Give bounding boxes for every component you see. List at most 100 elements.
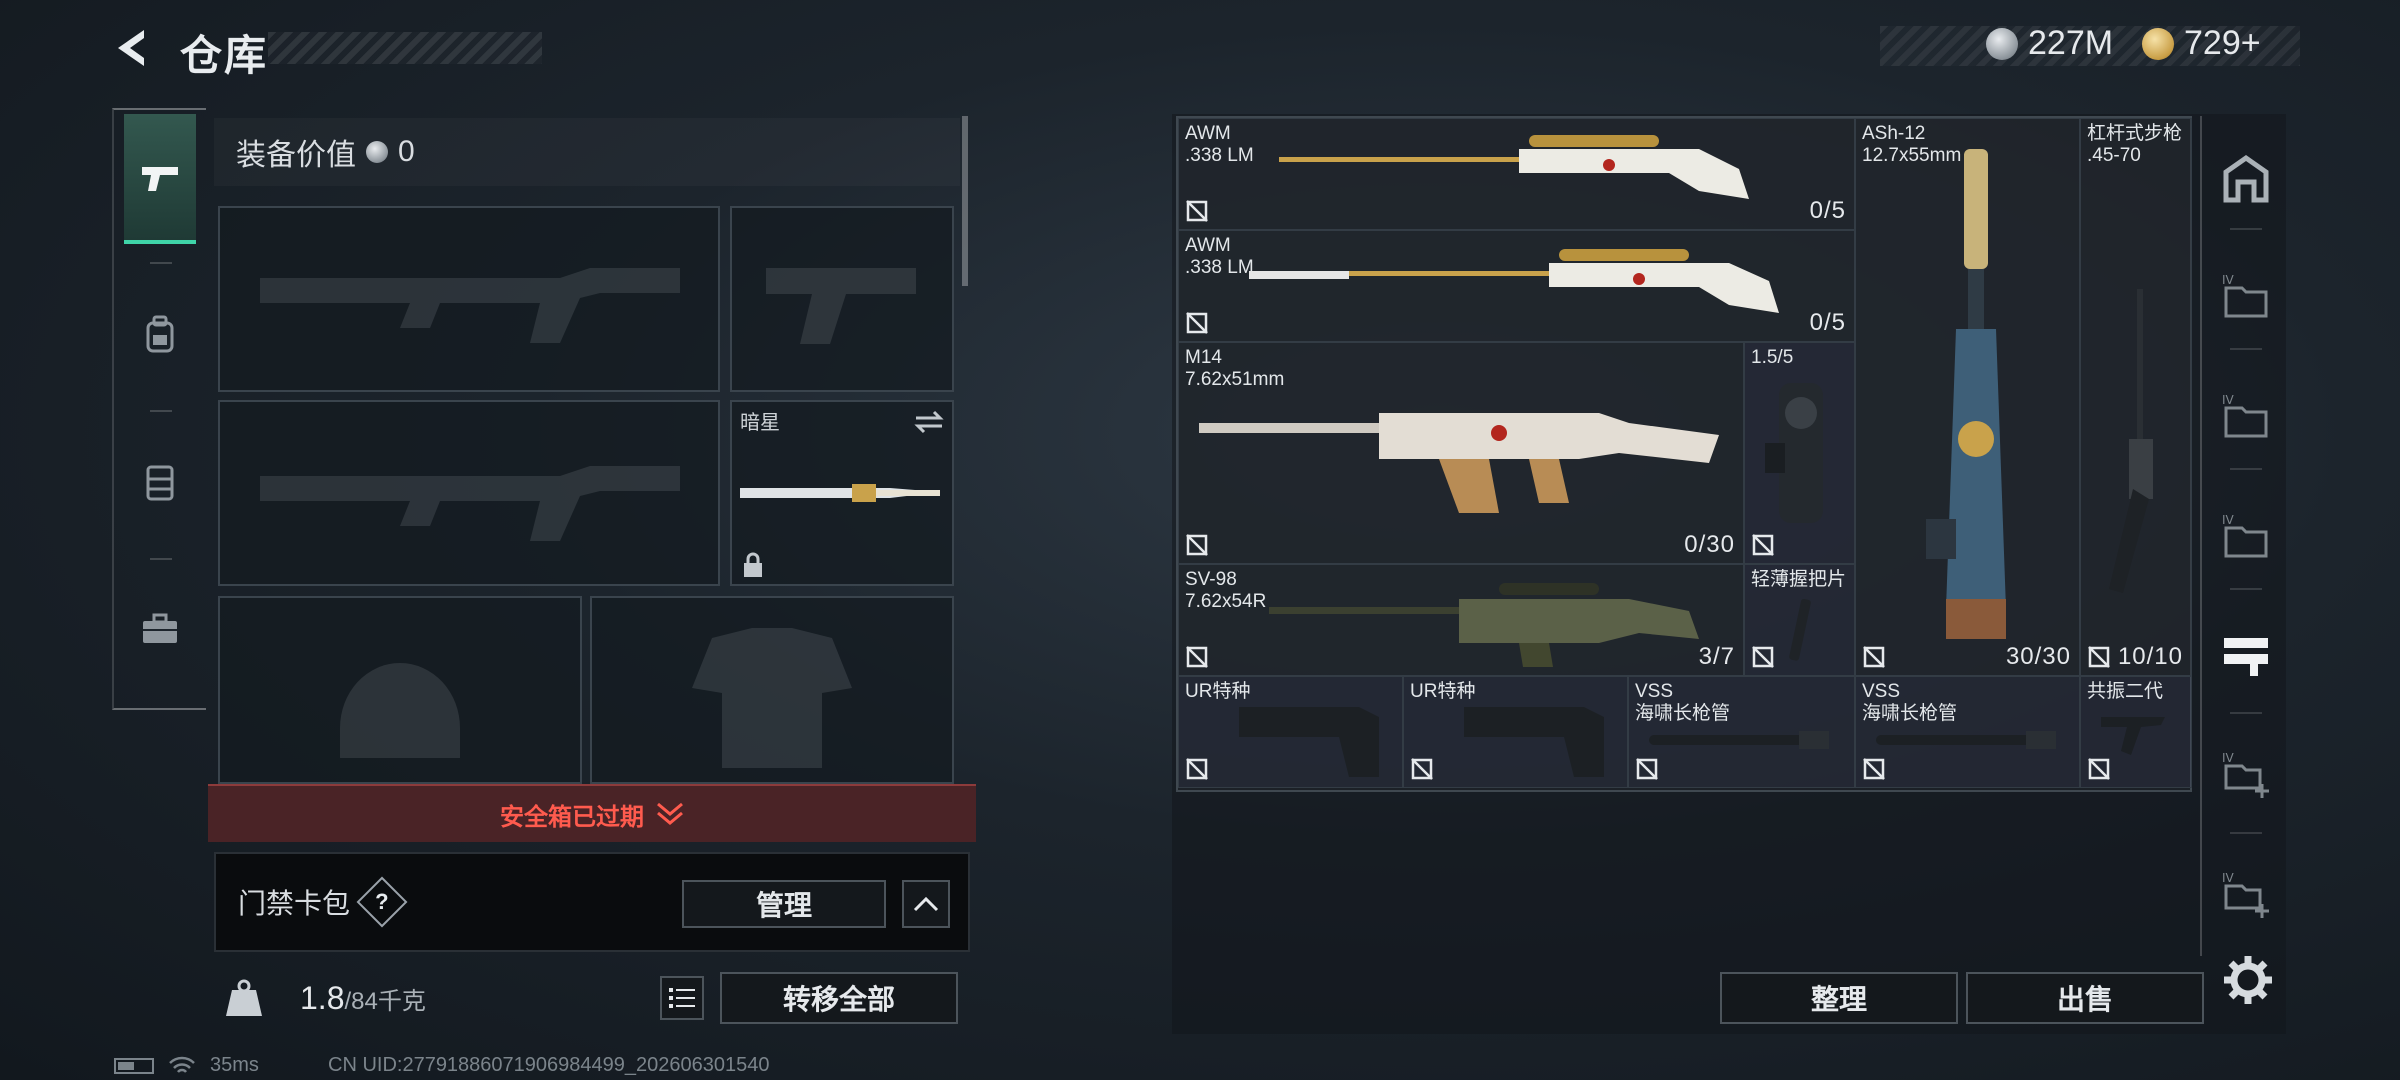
- category-tabs: [112, 108, 206, 710]
- battle-rifle-icon: [1199, 413, 1719, 513]
- chevron-up-icon: [913, 896, 939, 912]
- equipment-value-label: 装备价值: [236, 139, 356, 172]
- gold-coin-icon: [2142, 27, 2174, 60]
- svg-text:IV: IV: [2222, 393, 2235, 407]
- no-insure-icon: [1186, 758, 1208, 780]
- help-icon[interactable]: ?: [356, 876, 408, 928]
- list-view-button[interactable]: [660, 976, 704, 1020]
- lever-rifle-icon: [2109, 289, 2153, 593]
- tab-divider: [150, 410, 172, 412]
- safe-box-label: 安全箱已过期: [500, 803, 644, 831]
- foregrip-icon: [2101, 717, 2165, 755]
- weapon-rack-icon[interactable]: [2220, 628, 2272, 680]
- add-folder-icon[interactable]: IV: [2220, 868, 2272, 920]
- stash-item-stock[interactable]: UR特种: [1403, 676, 1628, 788]
- no-insure-icon: [1186, 312, 1208, 334]
- scope-icon: [1765, 383, 1823, 523]
- tab-divider: [150, 262, 172, 264]
- tab-case[interactable]: [124, 564, 196, 694]
- expand-button[interactable]: [902, 880, 950, 928]
- stash-item-awm[interactable]: AWM .338 LM 0/5: [1178, 230, 1855, 342]
- melee-slot-label: 暗星: [740, 412, 780, 434]
- battery-icon: [114, 1057, 154, 1074]
- sort-button[interactable]: 整理: [1720, 972, 1958, 1024]
- item-name: VSS 海啸长枪管: [1635, 681, 1731, 724]
- camo-sniper-icon: [1269, 583, 1699, 667]
- tab-divider: [2230, 468, 2262, 470]
- no-insure-icon: [1752, 534, 1774, 556]
- pistol-icon: [142, 167, 178, 191]
- no-insure-icon: [1636, 758, 1658, 780]
- item-ammo: 3/7: [1698, 643, 1735, 670]
- folder-iv-icon[interactable]: IV: [2220, 390, 2272, 442]
- stash-item-foregrip[interactable]: 共振二代: [2080, 676, 2192, 788]
- no-insure-icon: [1863, 758, 1885, 780]
- item-name: SV-98 7.62x54R: [1185, 569, 1267, 612]
- vest-icon: [146, 465, 174, 501]
- stash-item-barrel[interactable]: VSS 海啸长枪管: [1628, 676, 1855, 788]
- item-name: 杠杆式步枪 .45-70: [2087, 123, 2183, 166]
- stash-item-ash12[interactable]: ASh-12 12.7x55mm 30/30: [1855, 118, 2080, 676]
- svg-text:IV: IV: [2222, 871, 2235, 885]
- scrollbar[interactable]: [962, 116, 968, 286]
- stash-item-sv98[interactable]: SV-98 7.62x54R 3/7: [1178, 564, 1744, 676]
- helmet-slot[interactable]: [218, 596, 582, 784]
- tab-weapons[interactable]: [124, 114, 196, 244]
- barrel-icon: [1876, 731, 2056, 749]
- manage-button[interactable]: 管理: [682, 880, 886, 928]
- back-button[interactable]: [108, 24, 156, 72]
- list-icon: [669, 988, 695, 1008]
- silver-currency[interactable]: 227M: [1986, 24, 2113, 63]
- item-name: 轻薄握把片: [1751, 569, 1847, 590]
- tab-backpack[interactable]: [124, 270, 196, 400]
- gold-currency[interactable]: 729+: [2142, 24, 2261, 63]
- pistol-silhouette-icon: [766, 268, 916, 344]
- stash-item-m14[interactable]: M14 7.62x51mm 0/30: [1178, 342, 1744, 564]
- stash-item-stock[interactable]: UR特种: [1178, 676, 1403, 788]
- stash-grid: AWM .338 LM 0/5 AWM .338 LM 0/5 ASh-12 1…: [1176, 116, 2192, 792]
- gear-icon[interactable]: [2222, 954, 2274, 1006]
- silver-coin-icon: [366, 141, 388, 163]
- pistol-slot[interactable]: [730, 206, 954, 392]
- double-chevron-down-icon: [657, 802, 683, 825]
- sniper-rifle-icon: [1249, 249, 1779, 313]
- tab-vest[interactable]: [124, 418, 196, 548]
- stash-item-grip-panel[interactable]: 轻薄握把片: [1744, 564, 1855, 676]
- armor-slot[interactable]: [590, 596, 954, 784]
- swap-icon[interactable]: [914, 410, 944, 434]
- transfer-all-button[interactable]: 转移全部: [720, 972, 958, 1024]
- tab-divider: [2230, 228, 2262, 230]
- no-insure-icon: [1752, 646, 1774, 668]
- folder-iv-icon[interactable]: IV: [2220, 270, 2272, 322]
- stash-page-tabs: IV IV IV IV IV: [2200, 116, 2286, 956]
- add-folder-icon[interactable]: IV: [2220, 748, 2272, 800]
- item-ammo: 30/30: [2005, 643, 2071, 670]
- barrel-icon: [1649, 731, 1829, 749]
- secondary-weapon-slot[interactable]: [218, 400, 720, 586]
- folder-iv-icon[interactable]: IV: [2220, 510, 2272, 562]
- equipment-value-row: 装备价值 0: [214, 118, 960, 186]
- sniper-rifle-icon: [1279, 135, 1749, 199]
- equipment-value: 0: [398, 135, 415, 168]
- stash-home-icon[interactable]: [2220, 152, 2272, 204]
- uid-text: CN UID:27791886071906984499_202606301540: [328, 1054, 770, 1076]
- tab-divider: [150, 558, 172, 560]
- assault-rifle-icon: [1926, 149, 2006, 639]
- item-ammo: 0/30: [1684, 531, 1735, 558]
- safe-box-expired-bar[interactable]: 安全箱已过期: [208, 784, 976, 842]
- stock-icon: [1239, 707, 1379, 777]
- item-ammo: 0/5: [1809, 309, 1846, 336]
- melee-slot[interactable]: 暗星: [730, 400, 954, 586]
- tab-divider: [2230, 712, 2262, 714]
- weight-readout: 1.8/84千克: [300, 980, 426, 1017]
- item-name: VSS 海啸长枪管: [1862, 681, 1958, 724]
- stash-item-awm[interactable]: AWM .338 LM 0/5: [1178, 118, 1855, 230]
- stash-item-scope[interactable]: 1.5/5: [1744, 342, 1855, 564]
- sell-button[interactable]: 出售: [1966, 972, 2204, 1024]
- gold-amount: 729+: [2184, 24, 2261, 62]
- stash-item-barrel[interactable]: VSS 海啸长枪管: [1855, 676, 2080, 788]
- item-name: 共振二代: [2087, 681, 2164, 702]
- svg-text:IV: IV: [2222, 513, 2235, 527]
- primary-weapon-slot[interactable]: [218, 206, 720, 392]
- stash-item-lever-rifle[interactable]: 杠杆式步枪 .45-70 10/10: [2080, 118, 2192, 676]
